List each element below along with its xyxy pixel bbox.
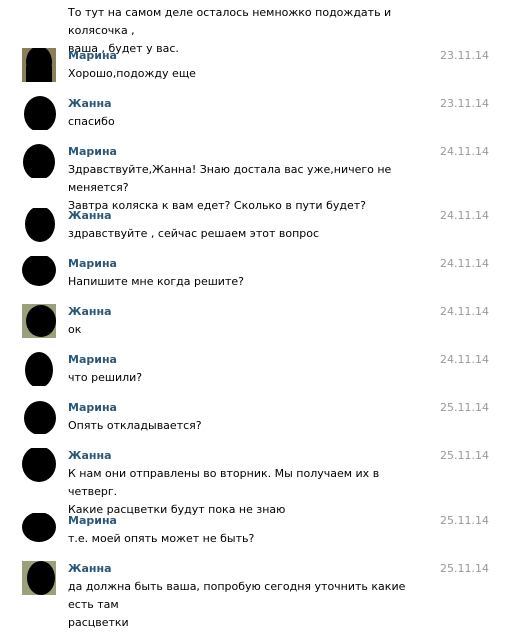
avatar-redacted-icon — [22, 256, 56, 286]
avatar[interactable] — [22, 400, 56, 434]
message-date: 24.11.14 — [440, 145, 489, 158]
message-date: 24.11.14 — [440, 353, 489, 366]
message-text: ок — [68, 323, 82, 336]
message-text: К нам они отправлены во вторник. Мы полу… — [68, 467, 380, 516]
avatar[interactable] — [22, 256, 56, 290]
message-date: 24.11.14 — [440, 257, 489, 270]
avatar[interactable] — [22, 513, 56, 547]
message-text: Хорошо,подожду еще — [68, 67, 196, 80]
message-date: 23.11.14 — [440, 49, 489, 62]
avatar[interactable] — [22, 448, 56, 482]
avatar[interactable] — [22, 48, 56, 82]
avatar-redacted-icon — [24, 401, 56, 434]
message-date: 24.11.14 — [440, 209, 489, 222]
message-author[interactable]: Марина — [68, 48, 117, 64]
message-author[interactable]: Жанна — [68, 96, 112, 112]
message-text: Здравствуйте,Жанна! Знаю достала вас уже… — [68, 163, 392, 212]
message-date: 25.11.14 — [440, 562, 489, 575]
message-text: Напишите мне когда решите? — [68, 275, 244, 288]
message-date: 25.11.14 — [440, 401, 489, 414]
message-date: 24.11.14 — [440, 305, 489, 318]
message-text: здравствуйте , сейчас решаем этот вопрос — [68, 227, 320, 240]
message-author[interactable]: Марина — [68, 400, 117, 416]
avatar-redacted-icon — [24, 96, 56, 130]
message-text: т.е. моей опять может не быть? — [68, 532, 255, 545]
message-author[interactable]: Марина — [68, 513, 117, 529]
avatar-redacted-icon — [22, 48, 56, 82]
avatar-redacted-icon — [22, 448, 56, 482]
message-author[interactable]: Жанна — [68, 208, 112, 224]
message-text: То тут на самом деле осталось немножко п… — [68, 6, 392, 55]
avatar[interactable] — [22, 96, 56, 130]
avatar[interactable] — [22, 304, 56, 338]
avatar[interactable] — [22, 561, 56, 595]
avatar[interactable] — [22, 144, 56, 178]
avatar[interactable] — [22, 208, 56, 242]
avatar-redacted-icon — [23, 144, 55, 178]
avatar[interactable] — [22, 352, 56, 386]
avatar-redacted-icon — [25, 352, 53, 386]
message-author[interactable]: Жанна — [68, 561, 112, 577]
avatar-redacted-icon — [22, 561, 56, 595]
message-text: спасибо — [68, 115, 115, 128]
message-author[interactable]: Марина — [68, 256, 117, 272]
message-author[interactable]: Жанна — [68, 304, 112, 320]
message-author[interactable]: Марина — [68, 144, 117, 160]
message-text: Опять откладывается? — [68, 419, 202, 432]
avatar-redacted-icon — [22, 304, 56, 338]
avatar-redacted-icon — [22, 513, 56, 542]
message-text: что решили? — [68, 371, 143, 384]
message-date: 25.11.14 — [440, 449, 489, 462]
message-date: 23.11.14 — [440, 97, 489, 110]
avatar-redacted-icon — [25, 208, 55, 242]
message-text: да должна быть ваша, попробую сегодня ут… — [68, 580, 406, 629]
message-author[interactable]: Марина — [68, 352, 117, 368]
message-author[interactable]: Жанна — [68, 448, 112, 464]
message-date: 25.11.14 — [440, 514, 489, 527]
